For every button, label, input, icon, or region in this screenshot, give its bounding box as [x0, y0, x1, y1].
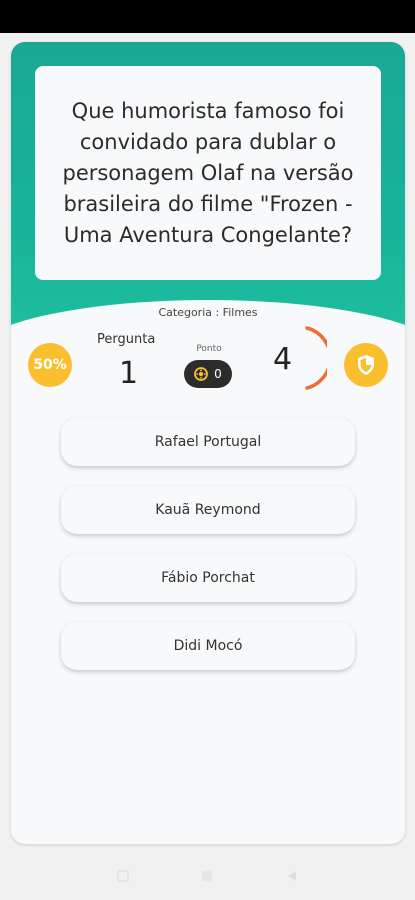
answer-option-4[interactable]: Didi Mocó — [61, 622, 355, 670]
answer-option-label: Rafael Portugal — [154, 434, 262, 450]
answer-option-2[interactable]: Kauã Reymond — [61, 486, 355, 534]
answer-option-label: Didi Mocó — [173, 638, 243, 654]
back-icon[interactable] — [285, 869, 299, 883]
question-counter-value: 1 — [119, 356, 139, 391]
question-counter-label: Pergunta — [97, 332, 156, 347]
points-value: 0 — [214, 367, 222, 381]
shield-lifeline-button[interactable] — [344, 343, 388, 387]
navigation-bar — [0, 855, 415, 900]
shield-icon — [358, 355, 374, 375]
points-label: Ponto — [196, 344, 222, 354]
coin-icon — [194, 367, 209, 381]
answer-option-label: Fábio Porchat — [161, 570, 255, 586]
answer-option-3[interactable]: Fábio Porchat — [61, 554, 355, 602]
answer-option-1[interactable]: Rafael Portugal — [61, 418, 355, 466]
fifty-fifty-label: 50% — [33, 357, 67, 373]
recent-apps-icon[interactable] — [116, 869, 130, 883]
question-text: Que humorista famoso foi convidado para … — [62, 98, 354, 247]
category-label: Categoria : Filmes — [158, 306, 258, 319]
status-bar — [0, 0, 415, 33]
fifty-fifty-button[interactable]: 50% — [28, 343, 72, 387]
home-icon[interactable] — [200, 869, 214, 883]
question-box: Que humorista famoso foi convidado para … — [35, 66, 381, 280]
points-badge: 0 — [184, 360, 232, 388]
quiz-card: Que humorista famoso foi convidado para … — [11, 42, 405, 844]
answer-option-label: Kauã Reymond — [155, 502, 261, 518]
timer-value: 4 — [273, 342, 293, 377]
